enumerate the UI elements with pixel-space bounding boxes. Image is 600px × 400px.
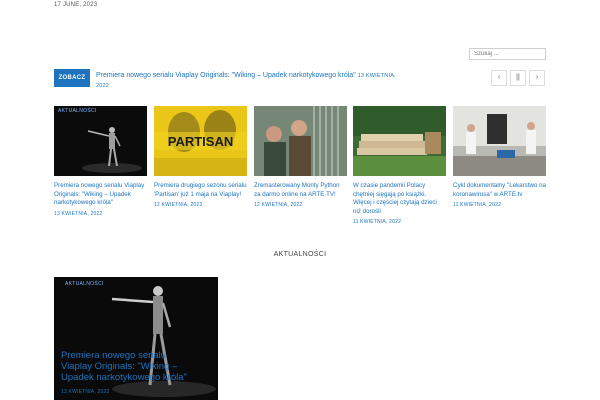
ticker-pause-button[interactable]: ||: [510, 70, 526, 86]
featured-post-title[interactable]: Premiera nowego serialu Viaplay Original…: [61, 350, 191, 383]
ticker-next-button[interactable]: ›: [529, 70, 545, 86]
post-thumbnail-monty-python[interactable]: [254, 106, 347, 176]
post-title[interactable]: Premiera drugiego sezonu serialu 'Partis…: [154, 182, 247, 199]
post-date: 13 KWIETNIA, 2022: [54, 210, 103, 217]
post-title[interactable]: Zremasterowany Monty Python za darmo onl…: [254, 182, 347, 199]
post-thumbnail-partisan[interactable]: PARTISAN: [154, 106, 247, 176]
post-card[interactable]: Cykl dokumentalny "Lekarstwo na koronawi…: [453, 106, 546, 208]
post-category[interactable]: AKTUALNOŚCI: [58, 108, 97, 114]
post-thumbnail-documentary[interactable]: [453, 106, 546, 176]
post-date: 11 KWIETNIA, 2022: [453, 202, 502, 208]
post-thumbnail-books[interactable]: [353, 106, 446, 176]
post-card[interactable]: PARTISAN Premiera drugiego sezonu serial…: [154, 106, 247, 208]
post-date: 12 KWIETNIA, 2022: [154, 202, 203, 208]
svg-text:PARTISAN: PARTISAN: [168, 134, 233, 149]
search-input[interactable]: [469, 48, 546, 60]
ticker-see-button[interactable]: ZOBACZ: [54, 69, 90, 87]
post-title[interactable]: W czasie pandemii Polacy chętniej sięgaj…: [353, 182, 446, 216]
post-card[interactable]: AKTUALNOŚCI Premiera nowego serialu Viap…: [54, 106, 147, 217]
ticker-headline-link[interactable]: Premiera nowego serialu Viaplay Original…: [96, 71, 396, 91]
ticker-headline: Premiera nowego serialu Viaplay Original…: [96, 72, 356, 79]
post-title[interactable]: Premiera nowego serialu Viaplay Original…: [54, 182, 147, 208]
post-thumbnail-dancer[interactable]: AKTUALNOŚCI: [54, 106, 147, 176]
post-date: 12 KWIETNIA, 2022: [254, 202, 303, 208]
featured-post[interactable]: AKTUALNOŚCI Premiera nowego serialu Viap…: [54, 277, 218, 400]
section-heading: AKTUALNOŚCI: [273, 251, 327, 258]
ticker-prev-button[interactable]: ‹: [491, 70, 507, 86]
header-date: 17 JUNE, 2023: [54, 2, 98, 8]
post-card[interactable]: Zremasterowany Monty Python za darmo onl…: [254, 106, 347, 208]
post-card[interactable]: W czasie pandemii Polacy chętniej sięgaj…: [353, 106, 446, 225]
post-title[interactable]: Cykl dokumentalny "Lekarstwo na koronawi…: [453, 182, 546, 199]
post-date: 11 KWIETNIA, 2022: [353, 219, 402, 225]
news-ticker: ZOBACZ Premiera nowego serialu Viaplay O…: [54, 69, 484, 89]
featured-post-date: 13 KWIETNIA, 2022: [61, 389, 110, 395]
featured-post-category[interactable]: AKTUALNOŚCI: [65, 281, 104, 287]
